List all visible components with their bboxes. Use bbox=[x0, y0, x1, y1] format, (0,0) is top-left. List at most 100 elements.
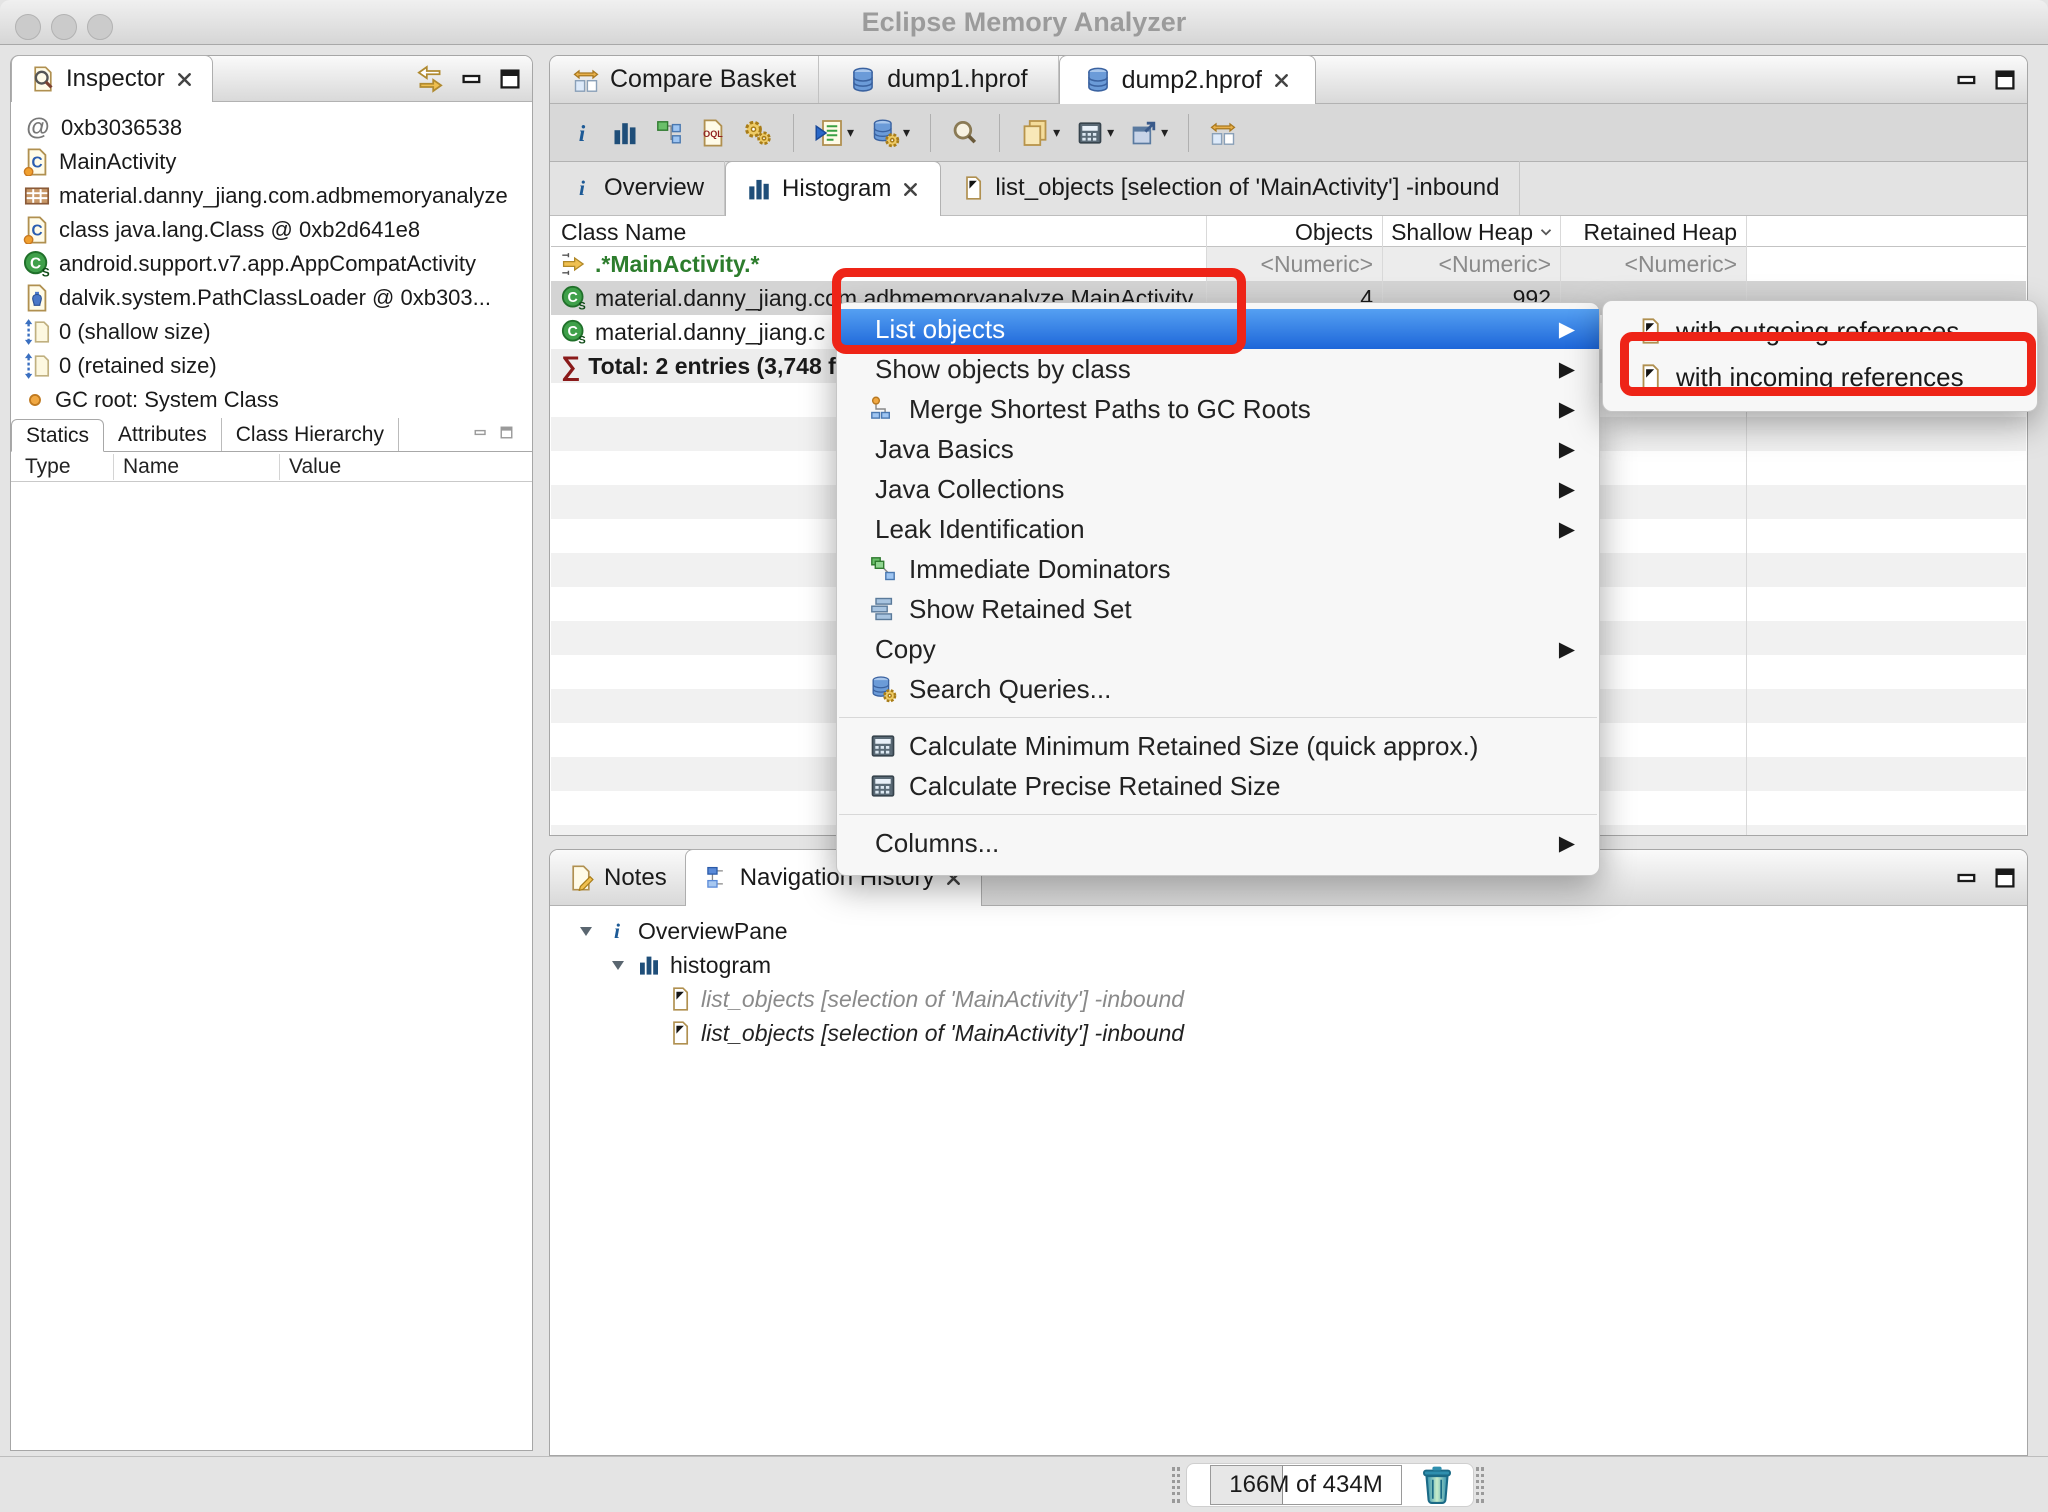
maximize-view-icon[interactable] bbox=[1993, 68, 2017, 92]
inspector-item[interactable]: material.danny_jiang.com.adbmemoryanalyz… bbox=[11, 179, 532, 213]
tab-dump1-hprof[interactable]: dump1.hprof bbox=[819, 56, 1059, 103]
close-icon[interactable] bbox=[901, 180, 920, 199]
tab-list-objects[interactable]: list_objects [selection of 'MainActivity… bbox=[941, 161, 1521, 215]
menu-item-show-objects-by-class[interactable]: Show objects by class ▶ bbox=[837, 349, 1599, 389]
tab-class-hierarchy[interactable]: Class Hierarchy bbox=[222, 418, 399, 451]
menu-item-show-retained-set[interactable]: Show Retained Set bbox=[837, 589, 1599, 629]
tab-overview[interactable]: Overview bbox=[550, 161, 726, 215]
column-retained-heap[interactable]: Retained Heap bbox=[1561, 219, 1737, 246]
retained-heap-filter[interactable]: <Numeric> bbox=[1561, 247, 1737, 281]
tab-dump2-hprof[interactable]: dump2.hprof bbox=[1058, 55, 1316, 104]
oql-button[interactable] bbox=[694, 112, 732, 154]
menu-item-columns[interactable]: Columns... ▶ bbox=[837, 823, 1599, 863]
menu-item-java-basics[interactable]: Java Basics ▶ bbox=[837, 429, 1599, 469]
column-shallow-heap[interactable]: Shallow Heap bbox=[1373, 219, 1533, 246]
menu-item-merge-shortest-paths[interactable]: Merge Shortest Paths to GC Roots ▶ bbox=[837, 389, 1599, 429]
minimize-view-icon[interactable] bbox=[460, 67, 484, 91]
expand-caret-icon[interactable] bbox=[608, 955, 628, 975]
heap-status-bar[interactable]: 166M of 434M bbox=[1210, 1465, 1402, 1505]
maximize-section-icon[interactable] bbox=[499, 425, 514, 440]
close-button[interactable] bbox=[15, 14, 41, 40]
column-objects[interactable]: Objects bbox=[1207, 219, 1373, 246]
list-objects-submenu: with outgoing references with incoming r… bbox=[1602, 300, 2038, 412]
run-gc-button[interactable] bbox=[1416, 1463, 1458, 1505]
info-button[interactable] bbox=[564, 112, 600, 154]
dropdown-arrow-icon[interactable]: ▾ bbox=[847, 124, 854, 141]
maximize-view-icon[interactable] bbox=[1993, 866, 2017, 890]
menu-item-list-objects[interactable]: List objects ▶ bbox=[837, 309, 1599, 349]
menu-item-immediate-dominators[interactable]: Immediate Dominators bbox=[837, 549, 1599, 589]
tree-item-list-objects[interactable]: list_objects [selection of 'MainActivity… bbox=[668, 1016, 1184, 1050]
column-value[interactable]: Value bbox=[289, 455, 341, 479]
minimize-view-icon[interactable] bbox=[1955, 68, 1979, 92]
menu-item-calculate-minimum-retained-size[interactable]: Calculate Minimum Retained Size (quick a… bbox=[837, 726, 1599, 766]
tree-item-list-objects[interactable]: list_objects [selection of 'MainActivity… bbox=[668, 982, 1184, 1016]
grouping-button[interactable]: ▾ bbox=[1015, 112, 1065, 154]
package-icon bbox=[23, 182, 51, 210]
dropdown-arrow-icon[interactable]: ▾ bbox=[1107, 124, 1114, 141]
maximize-view-icon[interactable] bbox=[498, 67, 522, 91]
menu-item-with-incoming-references[interactable]: with incoming references bbox=[1603, 354, 2037, 400]
submenu-arrow-icon: ▶ bbox=[1558, 517, 1575, 541]
sum-icon: ∑ bbox=[561, 350, 581, 381]
shallow-heap-filter[interactable]: <Numeric> bbox=[1383, 247, 1551, 281]
inspector-item[interactable]: 0 (retained size) bbox=[11, 349, 532, 383]
tree-item-histogram[interactable]: histogram bbox=[608, 948, 771, 982]
dropdown-arrow-icon[interactable]: ▾ bbox=[903, 124, 910, 141]
menu-item-java-collections[interactable]: Java Collections ▶ bbox=[837, 469, 1599, 509]
inspector-item[interactable]: @0xb3036538 bbox=[11, 111, 532, 145]
inspector-item[interactable]: android.support.v7.app.AppCompatActivity bbox=[11, 247, 532, 281]
column-name[interactable]: Name bbox=[123, 455, 179, 479]
expand-caret-icon[interactable] bbox=[576, 921, 596, 941]
maximize-button[interactable] bbox=[87, 14, 113, 40]
drag-handle[interactable] bbox=[1476, 1467, 1484, 1503]
dropdown-arrow-icon[interactable]: ▾ bbox=[1161, 124, 1168, 141]
class-filter-pattern[interactable]: .*MainActivity.* bbox=[595, 251, 759, 278]
filter-row[interactable]: .*MainActivity.* <Numeric> <Numeric> <Nu… bbox=[551, 247, 2026, 281]
tab-compare-basket[interactable]: Compare Basket bbox=[550, 56, 820, 103]
tab-inspector[interactable]: Inspector bbox=[11, 55, 213, 102]
tab-histogram[interactable]: Histogram bbox=[725, 161, 942, 216]
window-titlebar: Eclipse Memory Analyzer bbox=[0, 0, 2048, 45]
menu-item-leak-identification[interactable]: Leak Identification ▶ bbox=[837, 509, 1599, 549]
histogram-button[interactable] bbox=[606, 112, 644, 154]
dropdown-arrow-icon[interactable]: ▾ bbox=[1053, 124, 1060, 141]
inspector-item[interactable]: dalvik.system.PathClassLoader @ 0xb303..… bbox=[11, 281, 532, 315]
menu-item-calculate-precise-retained-size[interactable]: Calculate Precise Retained Size bbox=[837, 766, 1599, 806]
tab-attributes[interactable]: Attributes bbox=[104, 418, 222, 451]
inspector-item[interactable]: 0 (shallow size) bbox=[11, 315, 532, 349]
expert-system-button[interactable] bbox=[738, 112, 778, 154]
inspector-item[interactable]: class java.lang.Class @ 0xb2d641e8 bbox=[11, 213, 532, 247]
close-icon[interactable] bbox=[1272, 71, 1291, 90]
compare-button[interactable] bbox=[1204, 112, 1242, 154]
link-with-snapshot-icon[interactable] bbox=[414, 63, 446, 95]
close-icon[interactable] bbox=[175, 70, 194, 89]
menu-item-search-queries[interactable]: Search Queries... bbox=[837, 669, 1599, 709]
column-class-name[interactable]: Class Name bbox=[561, 219, 686, 246]
objects-filter[interactable]: <Numeric> bbox=[1207, 247, 1373, 281]
run-report-button[interactable]: ▾ bbox=[809, 112, 859, 154]
query-browser-button[interactable]: ▾ bbox=[865, 112, 915, 154]
calculator-button[interactable]: ▾ bbox=[1071, 112, 1119, 154]
minimize-section-icon[interactable] bbox=[473, 425, 488, 440]
menu-item-copy[interactable]: Copy ▶ bbox=[837, 629, 1599, 669]
tab-statics[interactable]: Statics bbox=[11, 419, 105, 452]
editor-toolbar: ▾ ▾ ▾ ▾ ▾ bbox=[550, 104, 2027, 162]
minimize-view-icon[interactable] bbox=[1955, 866, 1979, 890]
column-type[interactable]: Type bbox=[25, 455, 71, 479]
export-button[interactable]: ▾ bbox=[1125, 112, 1173, 154]
navigation-history-icon bbox=[704, 865, 730, 891]
menu-item-with-outgoing-references[interactable]: with outgoing references bbox=[1603, 308, 2037, 354]
regex-filter-icon bbox=[561, 251, 587, 277]
dominator-tree-button[interactable] bbox=[650, 112, 688, 154]
info-icon bbox=[605, 919, 629, 943]
menu-separator bbox=[839, 717, 1597, 718]
inspector-item[interactable]: GC root: System Class bbox=[11, 383, 532, 417]
minimize-button[interactable] bbox=[51, 14, 77, 40]
find-button[interactable] bbox=[946, 112, 984, 154]
bottom-panel: Notes Navigation History OverviewPane hi… bbox=[549, 849, 2028, 1456]
tree-item-overview-pane[interactable]: OverviewPane bbox=[576, 914, 788, 948]
inspector-item[interactable]: MainActivity bbox=[11, 145, 532, 179]
tab-notes[interactable]: Notes bbox=[550, 850, 685, 905]
drag-handle[interactable] bbox=[1172, 1467, 1180, 1503]
